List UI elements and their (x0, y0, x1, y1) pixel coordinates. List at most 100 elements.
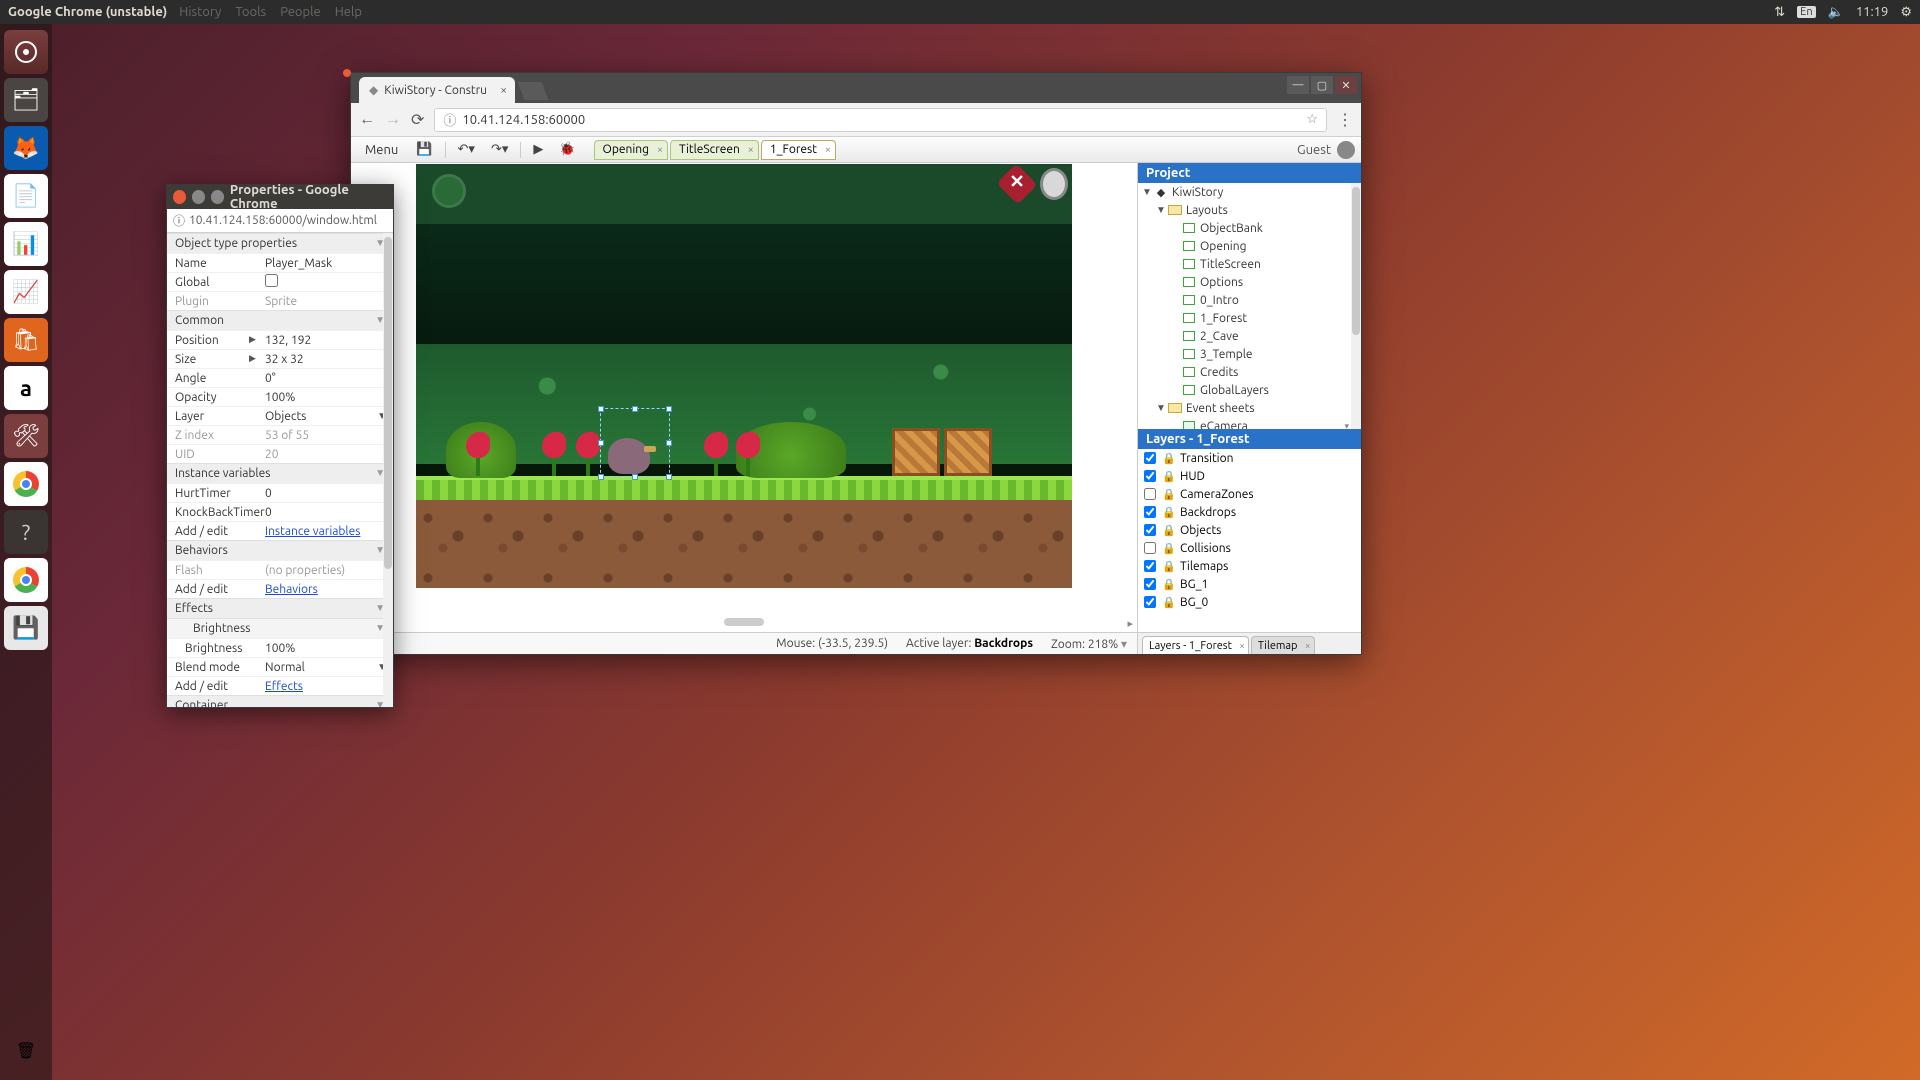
layer-visible-checkbox[interactable] (1144, 506, 1156, 518)
angle-input[interactable]: 0° (261, 372, 393, 385)
expand-icon[interactable]: ▶ (249, 334, 256, 345)
new-tab-button[interactable] (518, 82, 549, 100)
name-input[interactable]: Player_Mask (261, 257, 393, 270)
zoom-dropdown-icon[interactable]: ▾ (1121, 638, 1127, 651)
properties-titlebar[interactable]: Properties - Google Chrome (167, 185, 393, 209)
instance-variables-link[interactable]: Instance variables (265, 525, 360, 538)
project-panel-header[interactable]: Project (1138, 163, 1361, 183)
lock-icon[interactable]: 🔒 (1162, 506, 1174, 519)
trash-icon[interactable]: 🗑 (4, 1028, 48, 1072)
writer-icon[interactable]: 📄 (4, 174, 48, 218)
layout-editor[interactable]: ▸ Mouse: (-33.5, 239.5) Active layer: Ba… (351, 163, 1137, 654)
menu-button[interactable]: Menu (357, 141, 406, 159)
undo-icon[interactable]: ↶▾ (452, 140, 481, 159)
save-icon[interactable]: 💾 (410, 140, 438, 159)
disk-icon[interactable]: 💾 (4, 606, 48, 650)
impress-icon[interactable]: 📈 (4, 270, 48, 314)
effects-link[interactable]: Effects (265, 680, 303, 693)
crate-sprite[interactable] (892, 428, 940, 476)
lock-icon[interactable]: 🔒 (1162, 560, 1174, 573)
layer-visible-checkbox[interactable] (1144, 524, 1156, 536)
lock-icon[interactable]: 🔒 (1162, 524, 1174, 537)
play-icon[interactable]: ▶ (527, 140, 549, 159)
url-input[interactable]: ⓘ 10.41.124.158:60000 ☆ (434, 108, 1327, 132)
close-icon[interactable]: × (825, 144, 831, 156)
debug-icon[interactable]: 🐞 (553, 140, 581, 159)
scrollbar[interactable] (383, 233, 393, 707)
flower-sprite[interactable] (574, 432, 602, 476)
layer-visible-checkbox[interactable] (1144, 560, 1156, 572)
tab-opening[interactable]: Opening× (594, 140, 668, 160)
brightness-input[interactable]: 100% (261, 642, 393, 655)
properties-url-bar[interactable]: ⓘ 10.41.124.158:60000/window.html (167, 209, 393, 233)
flower-sprite[interactable] (464, 432, 492, 476)
expand-icon[interactable]: ▶ (249, 353, 256, 364)
hurttimer-input[interactable]: 0 (261, 487, 393, 500)
size-input[interactable]: ▶32 x 32 (261, 353, 393, 366)
window-minimize-icon[interactable]: — (1287, 76, 1309, 94)
site-info-icon[interactable]: ⓘ (173, 212, 185, 229)
lock-icon[interactable]: 🔒 (1162, 596, 1174, 609)
window-maximize-icon[interactable]: ▢ (1311, 76, 1333, 94)
position-input[interactable]: ▶132, 192 (261, 334, 393, 347)
menu-people[interactable]: People (280, 5, 320, 19)
close-tab-icon[interactable]: × (500, 84, 507, 97)
layer-visible-checkbox[interactable] (1144, 488, 1156, 500)
layer-visible-checkbox[interactable] (1144, 470, 1156, 482)
lock-icon[interactable]: 🔒 (1162, 578, 1174, 591)
flower-sprite[interactable] (734, 432, 762, 476)
chrome-unstable-icon[interactable] (4, 558, 48, 602)
close-icon[interactable]: × (1305, 640, 1311, 651)
layer-select[interactable]: Objects▼ (261, 410, 393, 423)
window-close-icon[interactable]: ✕ (1335, 76, 1357, 94)
reload-icon[interactable]: ⟳ (411, 110, 424, 129)
selection-box[interactable] (600, 408, 670, 478)
files-icon[interactable]: 🗂 (4, 78, 48, 122)
layers-list[interactable]: 🔒Transition 🔒HUD 🔒CameraZones 🔒Backdrops… (1138, 449, 1361, 632)
flower-sprite[interactable] (540, 432, 568, 476)
network-icon[interactable]: ⇅ (1774, 5, 1785, 20)
layer-visible-checkbox[interactable] (1144, 452, 1156, 464)
chrome-titlebar[interactable]: ◆ KiwiStory - Constru × — ▢ ✕ (351, 73, 1361, 103)
lock-icon[interactable]: 🔒 (1162, 470, 1174, 483)
tab-tilemap[interactable]: Tilemap× (1251, 636, 1315, 654)
browser-tab[interactable]: ◆ KiwiStory - Constru × (359, 77, 515, 103)
scrollbar[interactable] (1351, 183, 1361, 429)
menu-history[interactable]: History (179, 5, 221, 19)
calc-icon[interactable]: 📊 (4, 222, 48, 266)
layer-visible-checkbox[interactable] (1144, 596, 1156, 608)
layers-panel-header[interactable]: Layers - 1_Forest (1138, 429, 1361, 449)
bookmark-star-icon[interactable]: ☆ (1306, 112, 1318, 127)
chrome-icon[interactable] (4, 462, 48, 506)
close-icon[interactable]: × (748, 144, 754, 156)
horizontal-scrollbar[interactable] (351, 618, 1137, 632)
amazon-icon[interactable]: a (4, 366, 48, 410)
menu-tools[interactable]: Tools (235, 5, 266, 19)
system-gear-icon[interactable]: ⚙ (1900, 5, 1912, 20)
back-icon[interactable]: ← (359, 110, 375, 129)
tab-layers[interactable]: Layers - 1_Forest× (1142, 636, 1249, 654)
window-minimize-icon[interactable] (192, 190, 205, 204)
menu-help[interactable]: Help (335, 5, 362, 19)
avatar-icon[interactable] (1337, 141, 1355, 159)
layer-visible-checkbox[interactable] (1144, 578, 1156, 590)
crate-sprite[interactable] (944, 428, 992, 476)
window-close-icon[interactable] (173, 190, 186, 204)
global-checkbox[interactable] (265, 274, 278, 287)
tab-titlescreen[interactable]: TitleScreen× (670, 140, 759, 160)
site-info-icon[interactable]: ⓘ (443, 110, 456, 129)
tab-1-forest[interactable]: 1_Forest× (761, 140, 836, 160)
dash-icon[interactable] (4, 30, 48, 74)
lock-icon[interactable]: 🔒 (1162, 452, 1174, 465)
properties-body[interactable]: Object type properties▼ NamePlayer_Mask … (167, 233, 393, 707)
close-icon[interactable]: × (657, 144, 663, 156)
redo-icon[interactable]: ↷▾ (485, 140, 514, 159)
project-tree[interactable]: ▼◆KiwiStory ▼Layouts ObjectBank Opening … (1138, 183, 1361, 429)
window-maximize-icon[interactable] (211, 190, 224, 204)
clock[interactable]: 11:19 (1856, 5, 1889, 19)
lock-icon[interactable]: 🔒 (1162, 542, 1174, 555)
close-icon[interactable]: × (1239, 640, 1245, 651)
game-canvas[interactable] (416, 164, 1072, 588)
software-center-icon[interactable]: 🛍 (4, 318, 48, 362)
blendmode-select[interactable]: Normal▼ (261, 661, 393, 674)
